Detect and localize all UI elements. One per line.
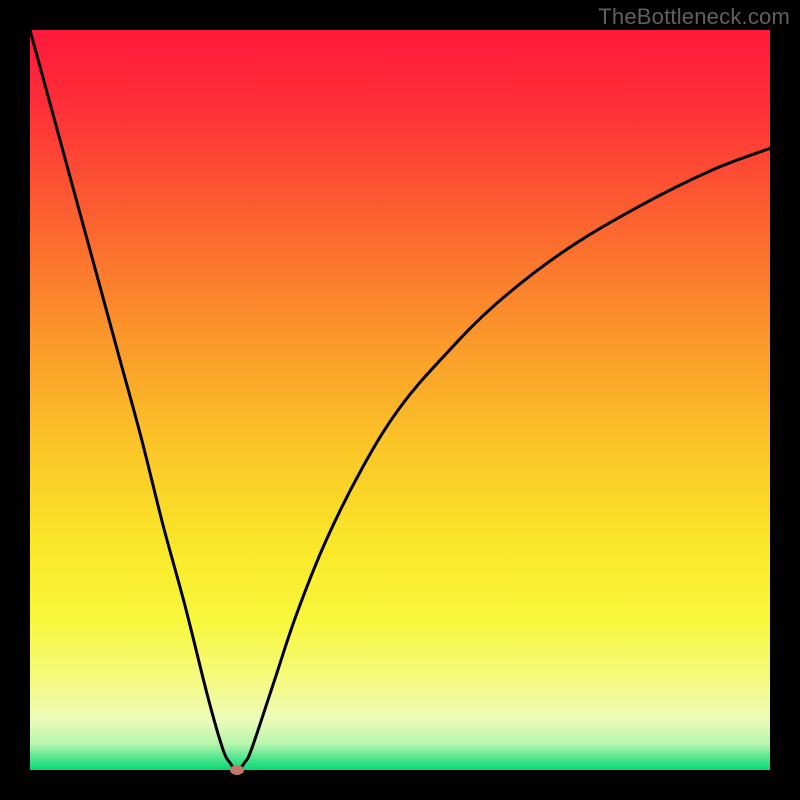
bottleneck-curve [30, 30, 770, 770]
watermark-text: TheBottleneck.com [598, 4, 790, 30]
chart-frame: TheBottleneck.com [0, 0, 800, 800]
optimum-marker [230, 765, 244, 775]
plot-area [30, 30, 770, 770]
